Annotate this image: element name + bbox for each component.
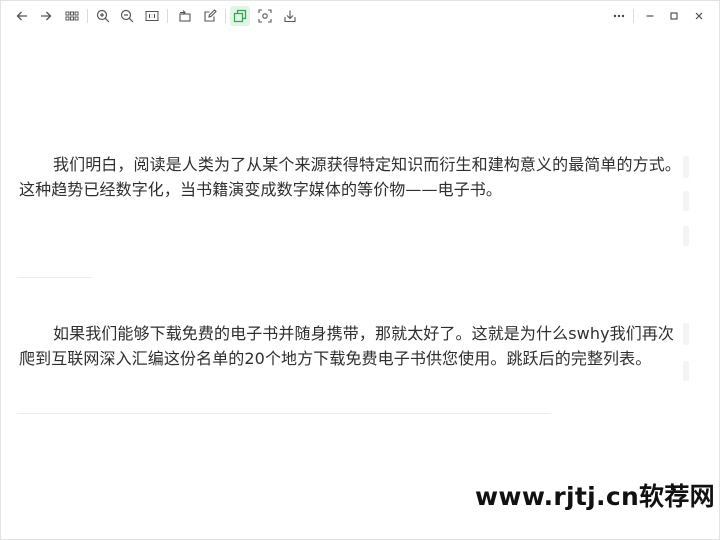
scan-artifact (683, 323, 689, 345)
maximize-icon[interactable] (664, 6, 684, 26)
screenshot-scan-icon[interactable] (255, 6, 275, 26)
scan-artifact (683, 361, 689, 381)
actual-size-icon[interactable] (142, 6, 162, 26)
toolbar-separator (225, 9, 226, 23)
scan-artifact (683, 156, 689, 178)
minimize-icon[interactable] (640, 6, 660, 26)
image-viewer-window: 我们明白，阅读是人类为了从某个来源获得特定知识而衍生和建构意义的最简单的方式。这… (0, 0, 720, 540)
more-icon[interactable] (609, 6, 629, 26)
save-icon[interactable] (280, 6, 300, 26)
close-icon[interactable] (689, 6, 709, 26)
toolbar-separator (87, 9, 88, 23)
edit-icon[interactable] (200, 6, 220, 26)
toolbar-separator (633, 9, 634, 23)
zoom-out-icon[interactable] (117, 6, 137, 26)
crop-icon[interactable] (230, 6, 250, 26)
toolbar-separator (167, 9, 168, 23)
forward-arrow-icon[interactable] (36, 6, 56, 26)
toolbar (1, 1, 719, 31)
paragraph-1: 我们明白，阅读是人类为了从某个来源获得特定知识而衍生和建构意义的最简单的方式。这… (19, 155, 681, 199)
back-arrow-icon[interactable] (12, 6, 32, 26)
watermark-text: www.rjtj.cn软荐网 (471, 474, 719, 520)
paragraph-2: 如果我们能够下载免费的电子书并随身携带，那就太好了。这就是为什么swhy我们再次… (19, 324, 675, 368)
image-canvas: 我们明白，阅读是人类为了从某个来源获得特定知识而衍生和建构意义的最简单的方式。这… (1, 31, 719, 539)
scan-artifact (683, 191, 689, 211)
scan-artifact (683, 226, 689, 246)
grid-view-icon[interactable] (62, 6, 82, 26)
divider-line (17, 277, 93, 278)
rotate-icon[interactable] (175, 6, 195, 26)
zoom-in-icon[interactable] (93, 6, 113, 26)
divider-line (17, 413, 551, 414)
